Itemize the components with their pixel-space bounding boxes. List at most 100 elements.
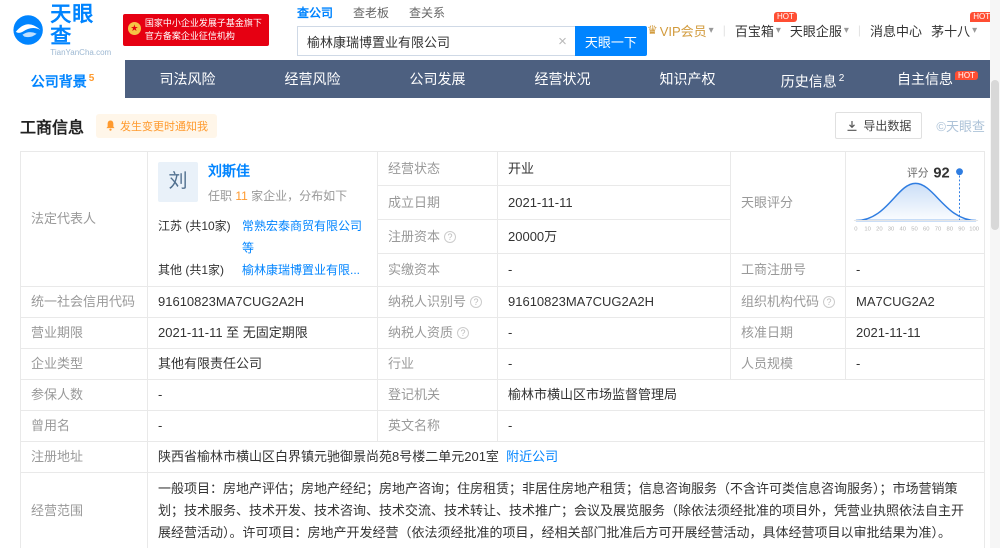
chevron-down-icon: ▾: [972, 24, 978, 36]
score-marker-dot: [956, 167, 963, 175]
hot-badge: HOT: [955, 71, 978, 81]
treasure-box-menu[interactable]: 百宝箱 ▾ HOT: [735, 11, 797, 40]
search-tab-relation[interactable]: 查关系: [409, 4, 445, 21]
field-label-reg-capital: 注册资本?: [377, 219, 498, 255]
field-value-english-name: -: [497, 410, 985, 442]
svg-text:90: 90: [958, 226, 965, 232]
bell-icon: [106, 120, 115, 131]
main-content: 工商信息 发生变更时通知我 导出数据 ©天眼查 法定代表人 刘 刘斯佳 任职 1…: [0, 98, 1000, 548]
field-label-org-code: 组织机构代码?: [730, 286, 846, 318]
download-icon: [847, 120, 857, 131]
field-label-staff-size: 人员规模: [730, 348, 846, 380]
search-button[interactable]: 天眼一下: [574, 26, 647, 56]
score-distribution-chart: 评分 92 0 10 20 30 40 50 60 70 80 90 100: [853, 165, 980, 232]
tab-judicial-risk[interactable]: 司法风险: [125, 60, 250, 98]
field-label-paid-capital: 实缴资本: [377, 253, 498, 287]
field-label-business-scope: 经营范围: [20, 472, 148, 548]
field-value-reg-capital: 20000万: [497, 219, 731, 255]
logo-text: 天眼查: [50, 2, 95, 48]
info-icon[interactable]: ?: [457, 327, 470, 339]
serve-summary: 任职 11 家企业，分布如下: [208, 189, 348, 203]
field-value-taxpayer-quality: -: [497, 317, 731, 349]
field-value-address: 陕西省榆林市横山区白界镇元驰御景尚苑8号楼二单元201室 附近公司: [147, 441, 985, 473]
search-input[interactable]: [306, 33, 557, 49]
tab-count: 5: [88, 73, 95, 84]
svg-text:80: 80: [946, 226, 953, 232]
divider: |: [857, 23, 862, 37]
field-label-credit-code: 统一社会信用代码: [20, 286, 148, 318]
search-clear-icon[interactable]: ×: [556, 33, 569, 50]
tianyancha-logo[interactable]: 天眼查 TianYanCha.com: [12, 2, 113, 57]
tianyancha-logo-icon: [13, 15, 43, 45]
svg-text:0: 0: [854, 226, 858, 232]
serve-region-row: 其他 (共1家) 榆林康瑞博置业有限...: [158, 259, 367, 281]
field-label-authority: 登记机关: [377, 379, 498, 411]
scrollbar-track[interactable]: [990, 0, 1000, 548]
field-value-taxpayer-id: 91610823MA7CUG2A2H: [497, 286, 731, 318]
tab-self-info[interactable]: 自主信息 HOT: [875, 60, 1000, 98]
business-info-table: 法定代表人 刘 刘斯佳 任职 11 家企业，分布如下 江苏 (共10家) 常熟宏…: [20, 150, 985, 548]
field-value-insured-count: -: [147, 379, 378, 411]
enterprise-service-menu[interactable]: 天眼企服 ▾: [790, 21, 849, 40]
chevron-down-icon: ▾: [843, 24, 849, 36]
svg-text:50: 50: [911, 226, 918, 232]
info-icon[interactable]: ?: [823, 296, 836, 308]
tab-company-development[interactable]: 公司发展: [375, 60, 500, 98]
export-data-button[interactable]: 导出数据: [835, 112, 923, 139]
field-label-taxpayer-id: 纳税人识别号?: [377, 286, 498, 318]
tab-intellectual-property[interactable]: 知识产权: [625, 60, 750, 98]
field-value-status: 开业: [497, 150, 731, 187]
search-tab-boss[interactable]: 查老板: [353, 4, 389, 21]
tab-count: 2: [838, 73, 845, 84]
scrollbar-thumb[interactable]: [991, 80, 999, 230]
chevron-down-icon: ▾: [708, 24, 714, 36]
user-account-menu[interactable]: 茅十八 ▾ HOT: [931, 11, 994, 40]
tab-operation-risk[interactable]: 经营风险: [250, 60, 375, 98]
field-label-former-name: 曾用名: [20, 410, 148, 442]
field-value-paid-capital: -: [497, 253, 731, 287]
svg-text:70: 70: [935, 226, 942, 232]
field-value-term: 2021-11-11 至 无固定期限: [147, 317, 378, 349]
field-value-authority: 榆林市横山区市场监督管理局: [497, 379, 985, 411]
svg-text:100: 100: [969, 226, 980, 232]
top-header: 天眼查 TianYanCha.com ★ 国家中小企业发展子基金旗下 官方备案企…: [0, 0, 1000, 60]
field-label-company-type: 企业类型: [20, 348, 148, 380]
crown-icon: ♛: [646, 23, 658, 37]
field-label-industry: 行业: [377, 348, 498, 380]
field-label-score: 天眼评分: [730, 150, 846, 255]
svg-text:40: 40: [900, 226, 907, 232]
tianyancha-watermark: ©天眼查: [936, 119, 985, 134]
info-icon[interactable]: ?: [444, 230, 457, 243]
nearby-companies-link[interactable]: 附近公司: [506, 449, 558, 464]
info-icon[interactable]: ?: [470, 296, 483, 308]
legal-rep-cell: 刘 刘斯佳 任职 11 家企业，分布如下 江苏 (共10家) 常熟宏泰商贸有限公…: [147, 151, 378, 287]
search-tab-company[interactable]: 查公司: [297, 4, 333, 21]
related-company-link[interactable]: 榆林康瑞博置业有限...: [242, 259, 360, 281]
svg-text:30: 30: [888, 226, 895, 232]
field-label-established: 成立日期: [377, 185, 498, 221]
gov-emblem-icon: ★: [127, 22, 141, 35]
vip-member-link[interactable]: ♛ VIP会员 ▾: [647, 21, 714, 40]
field-value-staff-size: -: [845, 348, 985, 380]
message-center-link[interactable]: 消息中心: [870, 21, 922, 40]
divider: |: [722, 23, 726, 37]
svg-text:评分92: 评分 92: [907, 165, 950, 181]
field-label-term: 营业期限: [20, 317, 148, 349]
field-label-status: 经营状态: [377, 150, 498, 187]
field-value-business-scope: 一般项目：房地产评估；房地产经纪；房地产咨询；住房租赁；非居住房地产租赁；信息咨…: [147, 472, 985, 548]
tab-history-info[interactable]: 历史信息 2: [750, 60, 875, 98]
field-value-approval-date: 2021-11-11: [845, 317, 985, 349]
gov-certification-badge: ★ 国家中小企业发展子基金旗下 官方备案企业征信机构: [122, 14, 269, 46]
change-notify-button[interactable]: 发生变更时通知我: [96, 113, 218, 138]
svg-text:10: 10: [864, 226, 871, 232]
field-label-approval-date: 核准日期: [730, 317, 846, 349]
tab-company-background[interactable]: 公司背景 5: [0, 60, 125, 98]
company-section-nav: 公司背景 5 司法风险 经营风险 公司发展 经营状况 知识产权 历史信息 2 自主信…: [0, 60, 1000, 98]
tab-operation-status[interactable]: 经营状况: [500, 60, 625, 98]
logo-subtext: TianYanCha.com: [50, 47, 112, 57]
gov-badge-line1: 国家中小企业发展子基金旗下: [144, 18, 262, 28]
field-value-industry: -: [497, 348, 731, 380]
legal-rep-name-link[interactable]: 刘斯佳: [208, 163, 250, 179]
related-company-link[interactable]: 常熟宏泰商贸有限公司等: [242, 215, 367, 259]
score-chart-cell: 评分 92 0 10 20 30 40 50 60 70 80 90 100: [845, 150, 985, 255]
